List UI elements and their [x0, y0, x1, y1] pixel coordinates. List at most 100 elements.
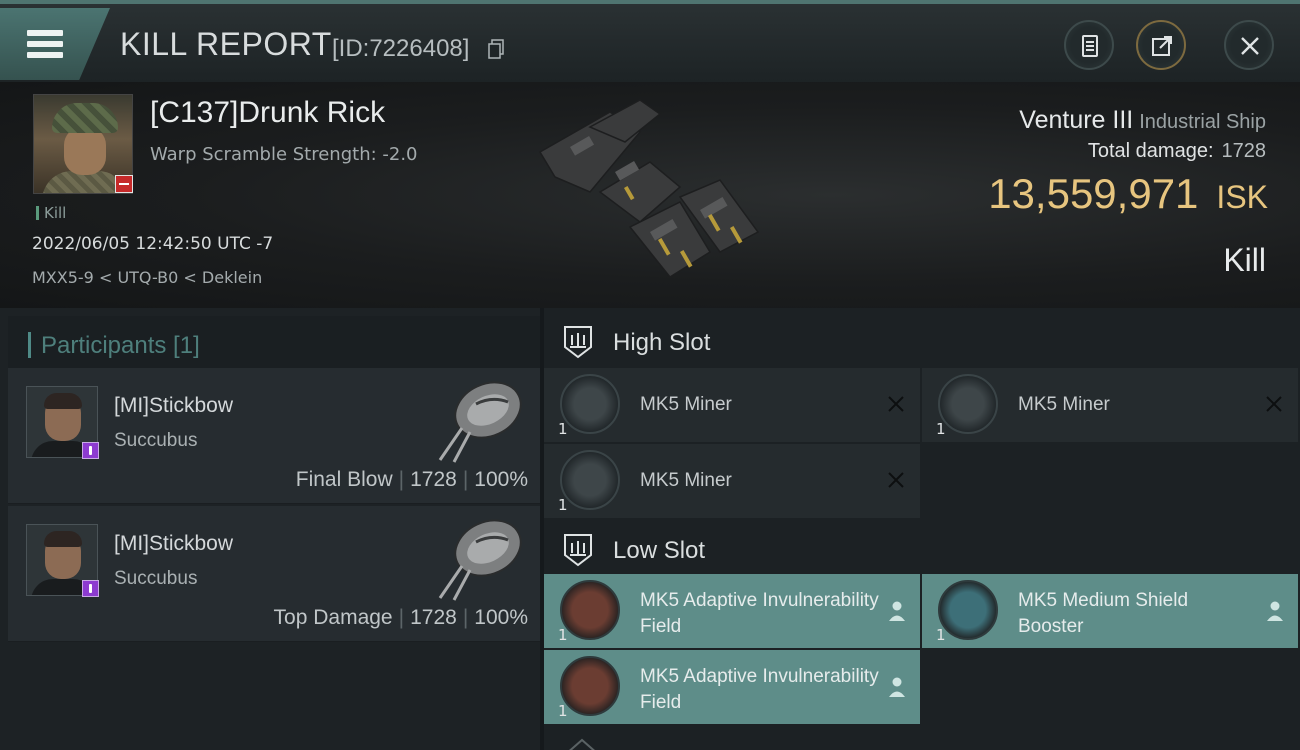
participant-role: Final Blow [295, 468, 393, 491]
portrait-hair [44, 393, 82, 409]
dropped-person-icon [889, 601, 905, 621]
low-slot-header: Low Slot [544, 520, 1300, 578]
module-name: MK5 Miner [1018, 394, 1110, 415]
participant-percent: 100% [474, 606, 528, 629]
miner-module-icon [938, 374, 998, 434]
module-name: MK5 Miner [640, 470, 732, 491]
corp-info-icon [82, 442, 99, 459]
ship-name-line[interactable]: Venture III Industrial Ship [1019, 106, 1266, 135]
module-quantity: 1 [558, 496, 568, 514]
miner-module-icon [560, 374, 620, 434]
participant-ship: Succubus [114, 568, 198, 589]
module-quantity: 1 [558, 702, 568, 720]
high-slot-label: High Slot [613, 329, 711, 356]
standing-minus-icon [115, 175, 133, 193]
miner-module-icon [560, 450, 620, 510]
participant-name: [MI]Stickbow [114, 394, 234, 417]
module-quantity: 1 [558, 626, 568, 644]
participants-panel: Participants [1] [MI]Stickbow Succubus F… [0, 308, 540, 750]
portrait-cap [52, 103, 118, 133]
participants-header: Participants [1] [8, 316, 540, 374]
high-slot-icon [564, 326, 592, 359]
kill-result: Kill [1223, 242, 1266, 278]
share-button[interactable] [1136, 20, 1186, 70]
header-bar: KILL REPORT [ID:7226408] [0, 0, 1300, 82]
participant-row[interactable]: [MI]Stickbow Succubus Final Blow | 1728 | 10… [8, 368, 540, 504]
stat-separator: | [398, 468, 405, 491]
module-name: MK5 Adaptive Invulnerability Field [640, 666, 879, 713]
low-slot-icon [564, 534, 592, 567]
share-icon [1152, 36, 1172, 56]
destroyed-x-icon [888, 396, 904, 412]
portrait-face [64, 127, 106, 175]
total-damage-label: Total damage: [1087, 140, 1214, 162]
warp-scramble-strength: Warp Scramble Strength: -2.0 [150, 144, 418, 165]
kill-datetime: 2022/06/05 12:42:50 UTC -7 [32, 234, 274, 254]
module-item[interactable]: 1 MK5 Adaptive Invulnerability Field [544, 650, 920, 724]
stat-separator: | [462, 468, 469, 491]
victim-name[interactable]: [C137]Drunk Rick [150, 96, 385, 130]
participant-damage: 1728 [410, 606, 457, 629]
ship-image[interactable] [530, 92, 770, 292]
kill-tag: Kill [36, 204, 66, 222]
participant-ship-image [438, 381, 522, 463]
isk-currency: ISK [1216, 179, 1268, 215]
module-item[interactable]: 1 MK5 Miner [922, 368, 1298, 442]
menu-icon [27, 30, 63, 36]
destroyed-x-icon [888, 472, 904, 488]
copy-icon[interactable] [488, 39, 504, 59]
report-id: [ID:7226408] [332, 35, 470, 62]
module-quantity: 1 [936, 420, 946, 438]
participant-role: Top Damage [273, 606, 393, 629]
close-icon [1241, 37, 1259, 55]
ship-class: Industrial Ship [1139, 111, 1266, 133]
stat-separator: | [398, 606, 405, 629]
kill-location[interactable]: MXX5-9 < UTQ-B0 < Deklein [32, 268, 262, 287]
participant-name: [MI]Stickbow [114, 532, 234, 555]
menu-button[interactable] [0, 8, 110, 80]
participant-ship: Succubus [114, 430, 198, 451]
participants-title: Participants [1] [41, 332, 200, 359]
clipboard-button[interactable] [1064, 20, 1114, 70]
next-slot-icon [569, 738, 595, 750]
participant-row[interactable]: [MI]Stickbow Succubus Top Damage | 1728 | 10… [8, 506, 540, 642]
high-slot-header: High Slot [544, 312, 1300, 370]
module-item[interactable]: 1 MK5 Adaptive Invulnerability Field [544, 574, 920, 648]
module-item[interactable]: 1 MK5 Miner [544, 444, 920, 518]
module-item[interactable]: 1 MK5 Miner [544, 368, 920, 442]
participant-stats: Final Blow | 1728 | 100% [296, 468, 528, 492]
total-damage-value: 1728 [1221, 140, 1267, 162]
victim-banner: [C137]Drunk Rick Warp Scramble Strength:… [0, 82, 1300, 308]
menu-icon-line [27, 41, 63, 47]
module-name: MK5 Adaptive Invulnerability Field [640, 590, 879, 637]
ship-name: Venture III [1019, 106, 1134, 134]
module-quantity: 1 [936, 626, 946, 644]
clipboard-icon [1082, 35, 1098, 57]
isk-amount: 13,559,971 [988, 170, 1199, 217]
participant-percent: 100% [474, 468, 528, 491]
corp-info-icon [82, 580, 99, 597]
page-title: KILL REPORT [120, 26, 332, 62]
shield-booster-icon [938, 580, 998, 640]
total-damage: Total damage: 1728 [1088, 140, 1266, 163]
module-item[interactable]: 1 MK5 Medium Shield Booster [922, 574, 1298, 648]
dropped-person-icon [889, 677, 905, 697]
participant-stats: Top Damage | 1728 | 100% [274, 606, 528, 630]
participant-ship-image [438, 519, 522, 601]
dropped-person-icon [1267, 601, 1283, 621]
module-name: MK5 Medium Shield Booster [1018, 590, 1189, 637]
low-slot-label: Low Slot [613, 537, 706, 564]
participant-damage: 1728 [410, 468, 457, 491]
isk-value: 13,559,971 ISK [988, 170, 1268, 218]
fitting-panel: High Slot 1 MK5 Miner 1 MK5 Miner 1 MK5 … [544, 308, 1300, 750]
module-name: MK5 Miner [640, 394, 732, 415]
stat-separator: | [462, 606, 469, 629]
module-quantity: 1 [558, 420, 568, 438]
portrait-hair [44, 531, 82, 547]
participants-accent-bar [28, 332, 31, 358]
close-button[interactable] [1224, 20, 1274, 70]
menu-icon-line [27, 52, 63, 58]
shield-module-icon [560, 580, 620, 640]
shield-module-icon [560, 656, 620, 716]
destroyed-x-icon [1266, 396, 1282, 412]
